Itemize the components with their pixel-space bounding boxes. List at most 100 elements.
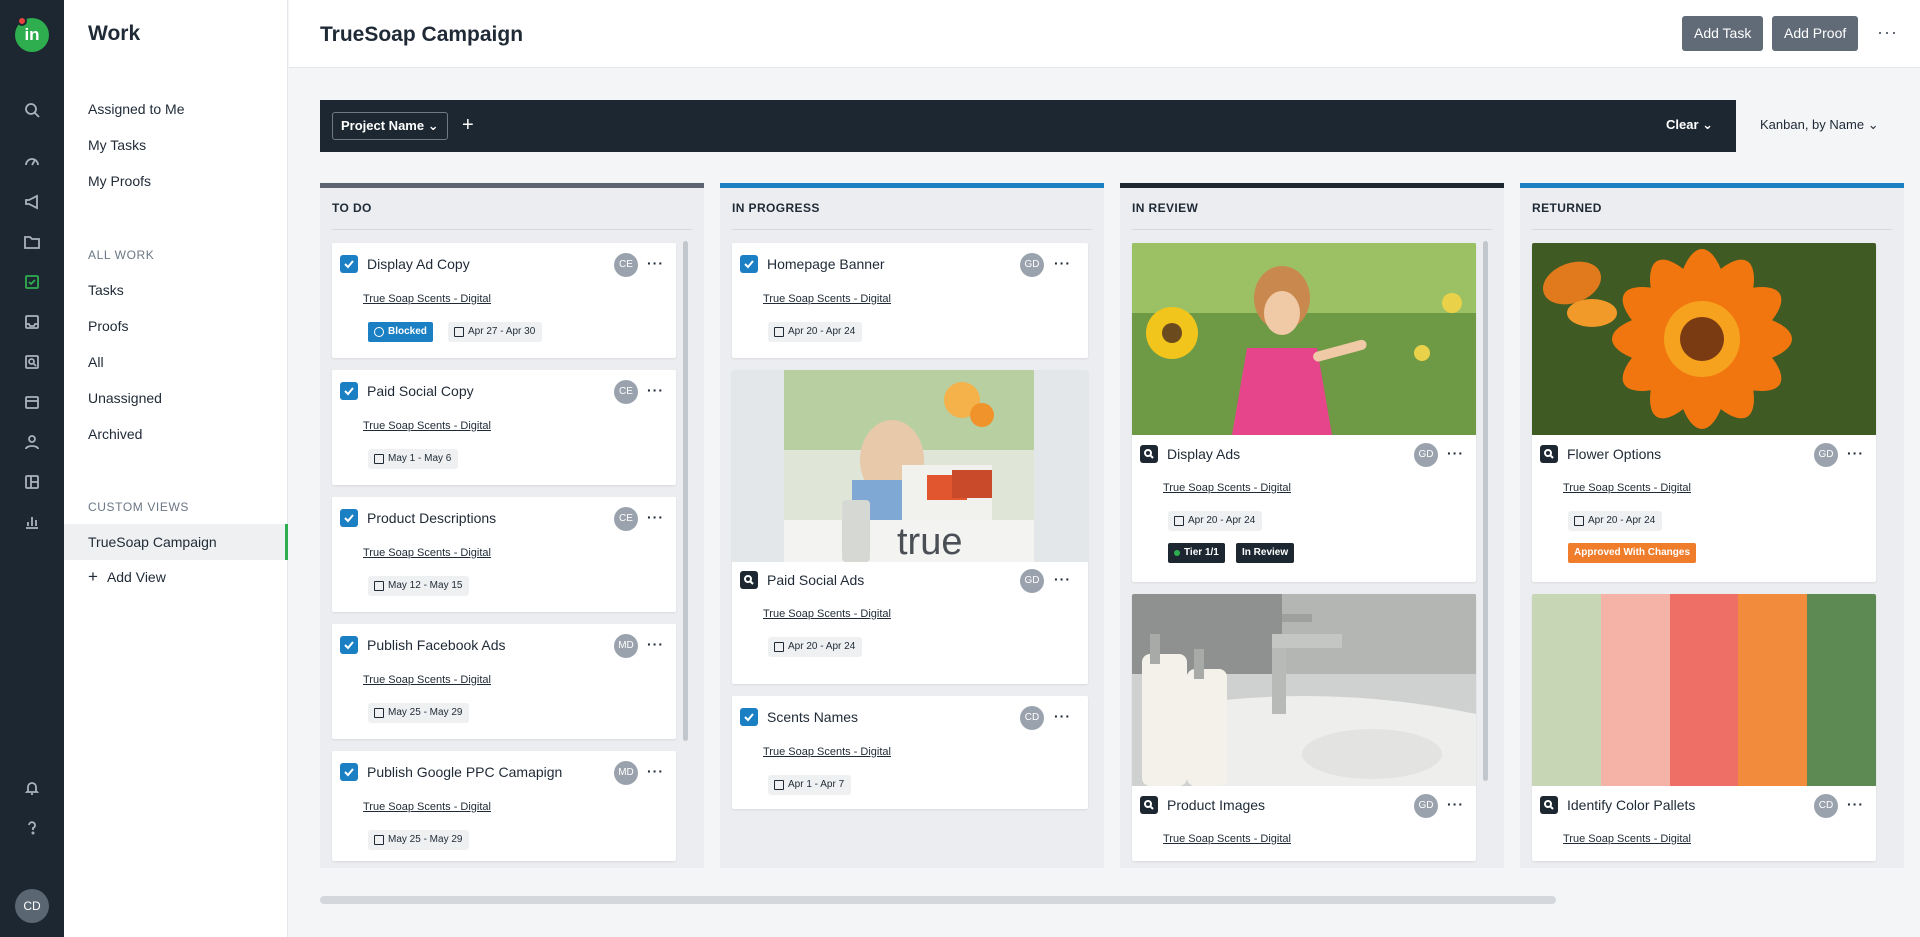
- card-title: Publish Google PPC Camapign: [367, 764, 563, 780]
- add-filter-icon[interactable]: +: [462, 113, 474, 137]
- nav-item-all[interactable]: All: [88, 354, 104, 370]
- clear-button[interactable]: Clear ⌄: [1666, 117, 1713, 133]
- nav-item-my-proofs[interactable]: My Proofs: [88, 173, 151, 189]
- column-title: TO DO: [332, 201, 372, 215]
- reports-icon[interactable]: [22, 512, 42, 532]
- task-card[interactable]: Publish Google PPC Camapign MD ··· True …: [332, 751, 676, 861]
- proof-card[interactable]: Display Ads GD ··· True Soap Scents - Di…: [1132, 243, 1476, 582]
- task-card[interactable]: Product Descriptions CE ··· True Soap Sc…: [332, 497, 676, 612]
- notifications-icon[interactable]: [22, 778, 42, 798]
- dashboard-icon[interactable]: [22, 151, 42, 171]
- nav-item-my-tasks[interactable]: My Tasks: [88, 137, 146, 153]
- add-task-button[interactable]: Add Task: [1682, 16, 1764, 51]
- task-icon: [340, 382, 358, 400]
- task-card[interactable]: Paid Social Copy CE ··· True Soap Scents…: [332, 370, 676, 485]
- megaphone-icon[interactable]: [22, 192, 42, 212]
- proof-card[interactable]: Identify Color Pallets CD ··· True Soap …: [1532, 594, 1876, 861]
- nav-item-tasks[interactable]: Tasks: [88, 282, 124, 298]
- card-menu-icon[interactable]: ···: [1054, 708, 1071, 724]
- project-link[interactable]: True Soap Scents - Digital: [1163, 482, 1291, 494]
- task-icon: [740, 708, 758, 726]
- card-menu-icon[interactable]: ···: [647, 255, 664, 271]
- proof-card[interactable]: Flower Options GD ··· True Soap Scents -…: [1532, 243, 1876, 582]
- proof-card[interactable]: Product Images GD ··· True Soap Scents -…: [1132, 594, 1476, 861]
- nav-item-archived[interactable]: Archived: [88, 426, 142, 442]
- app-logo[interactable]: in: [15, 16, 49, 52]
- column-title: IN PROGRESS: [732, 201, 820, 215]
- add-view-button[interactable]: + Add View: [88, 567, 166, 586]
- people-icon[interactable]: [22, 432, 42, 452]
- project-name-filter[interactable]: Project Name ⌄: [332, 112, 448, 140]
- project-link[interactable]: True Soap Scents - Digital: [363, 420, 491, 432]
- add-proof-button[interactable]: Add Proof: [1772, 16, 1859, 51]
- proof-thumbnail: [1132, 243, 1476, 435]
- chevron-down-icon: ⌄: [427, 118, 439, 133]
- card-title: Publish Facebook Ads: [367, 637, 506, 653]
- user-avatar[interactable]: CD: [15, 889, 49, 923]
- project-link[interactable]: True Soap Scents - Digital: [763, 746, 891, 758]
- project-link[interactable]: True Soap Scents - Digital: [1163, 833, 1291, 845]
- card-menu-icon[interactable]: ···: [1847, 445, 1864, 461]
- tasks-icon[interactable]: [22, 272, 42, 292]
- color-palette-thumbnail: [1532, 594, 1876, 786]
- assignee-avatar: CD: [1814, 794, 1838, 818]
- card-menu-icon[interactable]: ···: [1847, 796, 1864, 812]
- task-icon: [340, 636, 358, 654]
- card-menu-icon[interactable]: ···: [1054, 571, 1071, 587]
- proof-card[interactable]: true Paid Social Ads GD ··· True Soap Sc…: [732, 370, 1088, 684]
- project-link[interactable]: True Soap Scents - Digital: [763, 293, 891, 305]
- chevron-down-icon: ⌄: [1867, 117, 1879, 132]
- task-card[interactable]: Scents Names CD ··· True Soap Scents - D…: [732, 696, 1088, 809]
- inbox-icon[interactable]: [22, 312, 42, 332]
- card-title: Paid Social Ads: [767, 572, 865, 588]
- task-card[interactable]: Homepage Banner GD ··· True Soap Scents …: [732, 243, 1088, 358]
- help-icon[interactable]: [22, 818, 42, 838]
- card-menu-icon[interactable]: ···: [1447, 445, 1464, 461]
- image-wordmark: true: [897, 521, 962, 562]
- proof-thumbnail: [1132, 594, 1476, 786]
- assignee-avatar: MD: [614, 761, 638, 785]
- project-link[interactable]: True Soap Scents - Digital: [363, 801, 491, 813]
- project-link[interactable]: True Soap Scents - Digital: [1563, 482, 1691, 494]
- proofs-icon[interactable]: [22, 352, 42, 372]
- nav-item-assigned-to-me[interactable]: Assigned to Me: [88, 101, 185, 117]
- search-icon[interactable]: [22, 100, 42, 120]
- task-card[interactable]: Publish Facebook Ads MD ··· True Soap Sc…: [332, 624, 676, 739]
- nav-item-proofs[interactable]: Proofs: [88, 318, 128, 334]
- layout-icon[interactable]: [22, 472, 42, 492]
- assignee-avatar: GD: [1814, 443, 1838, 467]
- card-menu-icon[interactable]: ···: [647, 763, 664, 779]
- section-all-work: ALL WORK: [88, 248, 155, 262]
- calendar-icon[interactable]: [22, 392, 42, 412]
- plus-icon: +: [88, 567, 98, 586]
- nav-item-truesoap-campaign[interactable]: TrueSoap Campaign: [88, 534, 217, 550]
- project-link[interactable]: True Soap Scents - Digital: [763, 608, 891, 620]
- card-menu-icon[interactable]: ···: [647, 382, 664, 398]
- more-options-icon[interactable]: ···: [1877, 22, 1898, 43]
- card-menu-icon[interactable]: ···: [1447, 796, 1464, 812]
- notification-dot: [17, 16, 27, 26]
- card-menu-icon[interactable]: ···: [647, 636, 664, 652]
- view-selector[interactable]: Kanban, by Name ⌄: [1760, 117, 1879, 133]
- task-icon: [340, 255, 358, 273]
- project-link[interactable]: True Soap Scents - Digital: [363, 293, 491, 305]
- assignee-avatar: CE: [614, 380, 638, 404]
- board-horizontal-scrollbar[interactable]: [320, 896, 1556, 904]
- project-link[interactable]: True Soap Scents - Digital: [363, 547, 491, 559]
- column-in-progress: IN PROGRESS Homepage Banner GD ··· True …: [720, 183, 1104, 868]
- column-scrollbar[interactable]: [683, 241, 688, 741]
- card-menu-icon[interactable]: ···: [1054, 255, 1071, 271]
- date-badge: Apr 20 - Apr 24: [768, 637, 863, 657]
- nav-item-unassigned[interactable]: Unassigned: [88, 390, 162, 406]
- folder-icon[interactable]: [22, 232, 42, 252]
- section-custom-views: CUSTOM VIEWS: [88, 500, 189, 514]
- task-card[interactable]: Display Ad Copy CE ··· True Soap Scents …: [332, 243, 676, 358]
- project-link[interactable]: True Soap Scents - Digital: [1563, 833, 1691, 845]
- proof-thumbnail: [1532, 243, 1876, 435]
- column-scrollbar[interactable]: [1483, 241, 1488, 781]
- project-link[interactable]: True Soap Scents - Digital: [363, 674, 491, 686]
- card-title: Display Ad Copy: [367, 256, 470, 272]
- column-color-bar: [720, 183, 1104, 188]
- card-title: Identify Color Pallets: [1567, 797, 1696, 813]
- card-menu-icon[interactable]: ···: [647, 509, 664, 525]
